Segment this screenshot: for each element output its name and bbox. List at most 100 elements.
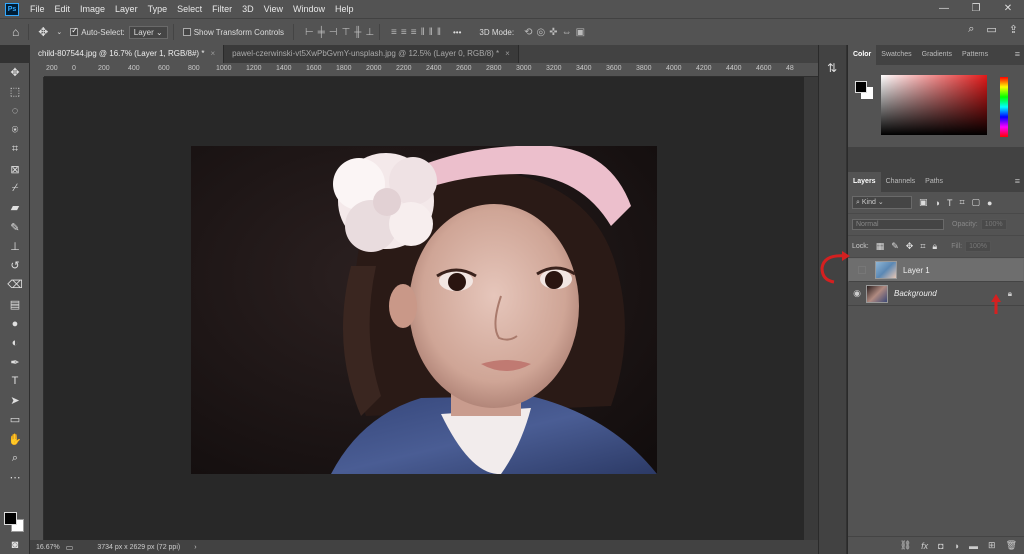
- add-mask-icon[interactable]: ◘: [938, 541, 943, 551]
- scale-icon[interactable]: ▣: [576, 27, 585, 38]
- menu-image[interactable]: Image: [75, 0, 110, 18]
- workspace-icon[interactable]: ▭: [986, 23, 996, 36]
- crop-tool-icon[interactable]: ⌗: [0, 140, 30, 159]
- tab-child-document[interactable]: child-807544.jpg @ 16.7% (Layer 1, RGB/8…: [30, 45, 225, 63]
- rectangle-tool-icon[interactable]: ▭: [0, 410, 30, 429]
- distribute-left-icon[interactable]: ‖: [421, 27, 425, 38]
- tab-pawel-document[interactable]: pawel-czerwinski-vt5XwPbGvmY-unsplash.jp…: [224, 45, 519, 63]
- color-spectrum-field[interactable]: [881, 75, 987, 135]
- zoom-level[interactable]: 16.67%: [36, 544, 60, 551]
- align-middle-icon[interactable]: ╫: [354, 27, 361, 38]
- tab-close-icon[interactable]: ×: [210, 49, 215, 58]
- show-transform-checkbox[interactable]: Show Transform Controls: [182, 28, 284, 37]
- vertical-scrollbar[interactable]: [804, 77, 818, 540]
- pixel-filter-icon[interactable]: ▣: [919, 197, 928, 208]
- layer-row-layer-1[interactable]: Layer 1: [848, 258, 1024, 282]
- lock-artboard-icon[interactable]: ⌗: [920, 241, 925, 252]
- pan-icon[interactable]: ✜: [549, 27, 557, 38]
- tab-paths[interactable]: Paths: [920, 172, 948, 192]
- document-image[interactable]: [191, 146, 657, 474]
- type-tool-icon[interactable]: T: [0, 372, 30, 391]
- healing-brush-icon[interactable]: ▰: [0, 198, 30, 217]
- opacity-field[interactable]: 100%: [980, 219, 1007, 230]
- menu-window[interactable]: Window: [288, 0, 330, 18]
- tab-gradients[interactable]: Gradients: [917, 45, 957, 65]
- slide-icon[interactable]: ⇔: [562, 27, 572, 38]
- lasso-tool-icon[interactable]: ◌: [0, 102, 30, 121]
- distribute-top-icon[interactable]: ≡: [391, 27, 397, 38]
- menu-select[interactable]: Select: [172, 0, 207, 18]
- new-layer-icon[interactable]: ⊞: [988, 540, 996, 551]
- search-icon[interactable]: ⌕: [968, 23, 974, 36]
- tab-channels[interactable]: Channels: [881, 172, 921, 192]
- fill-field[interactable]: 100%: [965, 241, 992, 252]
- layer-style-fx-icon[interactable]: fx: [921, 541, 928, 551]
- minimize-button[interactable]: —: [928, 0, 960, 18]
- distribute-middle-icon[interactable]: ≡: [401, 27, 407, 38]
- quick-select-tool-icon[interactable]: ⍟: [0, 121, 30, 140]
- distribute-bottom-icon[interactable]: ≡: [411, 27, 417, 38]
- foreground-color-swatch[interactable]: [855, 81, 867, 93]
- align-center-icon[interactable]: ╪: [318, 27, 325, 38]
- hand-tool-icon[interactable]: ✋: [0, 430, 30, 449]
- blur-tool-icon[interactable]: ●: [0, 314, 30, 333]
- shape-filter-icon[interactable]: ⌗: [959, 197, 964, 208]
- tab-patterns[interactable]: Patterns: [957, 45, 993, 65]
- kind-filter-dropdown[interactable]: ⌕ Kind ⌄: [852, 196, 912, 209]
- align-right-icon[interactable]: ⊣: [329, 27, 338, 38]
- menu-help[interactable]: Help: [330, 0, 359, 18]
- menu-filter[interactable]: Filter: [207, 0, 237, 18]
- link-layers-icon[interactable]: ⛓: [900, 540, 911, 551]
- visibility-toggle-off[interactable]: [858, 266, 866, 274]
- zoom-tool-icon[interactable]: ⌕: [0, 449, 30, 468]
- tab-close-icon[interactable]: ×: [505, 49, 510, 58]
- adjustment-layer-icon[interactable]: ◑: [954, 541, 959, 551]
- more-tools-icon[interactable]: ⋯: [0, 468, 30, 487]
- align-bottom-icon[interactable]: ⊥: [365, 27, 374, 38]
- color-swatches[interactable]: [4, 512, 26, 534]
- frame-tool-icon[interactable]: ⊠: [0, 159, 30, 178]
- path-select-icon[interactable]: ➤: [0, 391, 30, 410]
- lock-position-icon[interactable]: ✥: [906, 241, 914, 252]
- pen-tool-icon[interactable]: ✒: [0, 352, 30, 371]
- foreground-color-swatch[interactable]: [4, 512, 17, 525]
- share-icon[interactable]: ⇪: [1009, 23, 1018, 36]
- close-window-button[interactable]: ✕: [992, 0, 1024, 18]
- move-tool-icon[interactable]: ✥: [38, 25, 48, 39]
- move-tool-icon[interactable]: ✥: [0, 63, 30, 82]
- eraser-tool-icon[interactable]: ⌫: [0, 275, 30, 294]
- marquee-tool-icon[interactable]: ⬚: [0, 82, 30, 101]
- lock-transparent-icon[interactable]: ▦: [876, 241, 885, 252]
- roll-icon[interactable]: ◎: [536, 27, 545, 38]
- smart-object-filter-icon[interactable]: ▢: [972, 197, 981, 208]
- properties-panel-icon[interactable]: ⇅: [819, 57, 845, 79]
- lock-icon[interactable]: 🔒︎: [1008, 289, 1012, 299]
- filter-toggle-icon[interactable]: ●: [987, 198, 992, 208]
- distribute-right-icon[interactable]: ‖: [437, 27, 441, 38]
- dodge-tool-icon[interactable]: ◐: [0, 333, 30, 352]
- hue-slider[interactable]: [1000, 77, 1008, 137]
- menu-view[interactable]: View: [259, 0, 288, 18]
- restore-button[interactable]: ❐: [960, 0, 992, 18]
- blend-mode-dropdown[interactable]: Normal: [852, 219, 944, 230]
- status-menu-arrow-icon[interactable]: ›: [194, 544, 196, 551]
- home-icon[interactable]: ⌂: [12, 25, 19, 39]
- tab-color[interactable]: Color: [848, 45, 877, 65]
- menu-file[interactable]: File: [25, 0, 50, 18]
- align-top-icon[interactable]: ⊤: [342, 27, 351, 38]
- quick-mask-icon[interactable]: ◙: [0, 535, 30, 554]
- type-filter-icon[interactable]: T: [947, 198, 953, 208]
- menu-layer[interactable]: Layer: [110, 0, 143, 18]
- menu-3d[interactable]: 3D: [237, 0, 259, 18]
- new-group-icon[interactable]: ▬: [969, 541, 978, 551]
- adjustment-filter-icon[interactable]: ◑: [935, 198, 940, 208]
- tab-layers[interactable]: Layers: [848, 172, 881, 192]
- align-left-icon[interactable]: ⊢: [305, 27, 314, 38]
- eyedropper-tool-icon[interactable]: ⌿: [0, 179, 30, 198]
- auto-select-dropdown[interactable]: Layer ⌄: [128, 25, 168, 39]
- panel-menu-icon[interactable]: ≡: [1015, 176, 1020, 186]
- clone-stamp-icon[interactable]: ⊥: [0, 237, 30, 256]
- panel-menu-icon[interactable]: ≡: [1015, 49, 1020, 59]
- tab-swatches[interactable]: Swatches: [876, 45, 916, 65]
- gradient-tool-icon[interactable]: ▤: [0, 295, 30, 314]
